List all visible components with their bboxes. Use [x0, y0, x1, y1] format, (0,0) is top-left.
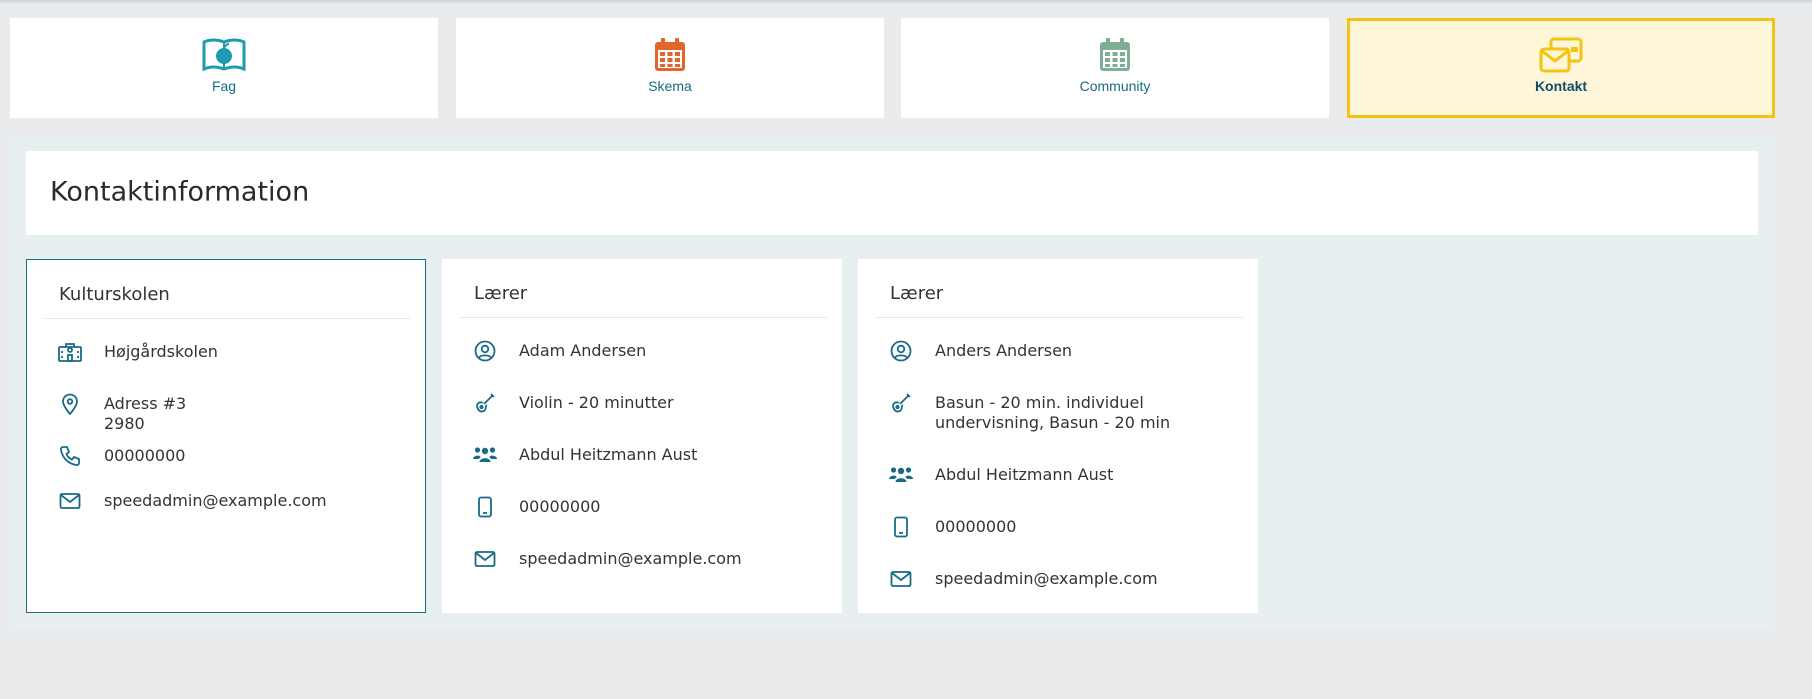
group-name: Abdul Heitzmann Aust [935, 465, 1114, 484]
card-title: Lærer [875, 283, 1243, 318]
group-row: Abdul Heitzmann Aust [472, 443, 822, 467]
school-name-row: Højgårdskolen [57, 340, 405, 364]
teacher-name-row: Anders Andersen [888, 339, 1238, 363]
school-name: Højgårdskolen [104, 342, 218, 361]
instrument: Violin - 20 minutter [519, 393, 674, 413]
users-group-icon [888, 463, 914, 487]
tab-community[interactable]: Community [901, 18, 1329, 118]
tab-label: Skema [648, 78, 692, 94]
phone-link[interactable]: 00000000 [104, 446, 185, 466]
envelope-icon [57, 489, 83, 513]
school-icon [57, 340, 83, 364]
book-apple-icon [201, 35, 247, 75]
address-line: Adress #3 [104, 394, 187, 413]
card-title: Kulturskolen [44, 284, 410, 319]
map-pin-icon [57, 392, 83, 416]
address: Adress #3 2980 [104, 394, 186, 434]
tab-label: Community [1079, 78, 1151, 94]
calendar-icon [1098, 35, 1132, 75]
instrument-line: undervisning, Basun - 20 min [935, 413, 1171, 432]
instrument-row: Violin - 20 minutter [472, 391, 822, 415]
tab-skema[interactable]: Skema [456, 18, 884, 118]
page-header: Kontaktinformation [26, 151, 1758, 235]
envelopes-icon [1537, 35, 1585, 75]
instrument-line: Violin - 20 minutter [519, 393, 674, 412]
contact-panel: Kontaktinformation Kulturskolen Højgårds… [10, 136, 1774, 629]
user-circle-icon [888, 339, 914, 363]
phone-icon [57, 444, 83, 468]
user-circle-icon [472, 339, 498, 363]
page-title: Kontaktinformation [50, 176, 310, 208]
instrument-row: Basun - 20 min. individuel undervisning,… [888, 391, 1238, 433]
instrument: Basun - 20 min. individuel undervisning,… [935, 393, 1170, 433]
mobile-phone-icon [472, 495, 498, 519]
school-card[interactable]: Kulturskolen Højgårdskolen Adress #3 298… [26, 259, 426, 613]
group-name: Abdul Heitzmann Aust [519, 445, 698, 464]
tab-label: Kontakt [1534, 78, 1588, 94]
mobile-row: 00000000 [472, 495, 822, 519]
envelope-icon [888, 567, 914, 591]
email-row: speedadmin@example.com [57, 489, 405, 513]
instrument-line: Basun - 20 min. individuel [935, 393, 1144, 412]
tab-label: Fag [211, 78, 237, 94]
guitar-icon [472, 391, 498, 415]
teacher-card[interactable]: Lærer Anders Andersen Basun - 20 min. in… [858, 259, 1258, 613]
email-link[interactable]: speedadmin@example.com [935, 569, 1158, 589]
users-group-icon [472, 443, 498, 467]
calendar-icon [653, 35, 687, 75]
envelope-icon [472, 547, 498, 571]
tab-kontakt[interactable]: Kontakt [1347, 18, 1775, 118]
tab-fag[interactable]: Fag [10, 18, 438, 118]
teacher-name-row: Adam Andersen [472, 339, 822, 363]
mobile-link[interactable]: 00000000 [519, 497, 600, 517]
postal-code: 2980 [104, 414, 145, 433]
teacher-name: Anders Andersen [935, 341, 1073, 360]
card-title: Lærer [459, 283, 827, 318]
guitar-icon [888, 391, 914, 415]
teacher-card[interactable]: Lærer Adam Andersen Violin - 20 minutter… [442, 259, 842, 613]
email-link[interactable]: speedadmin@example.com [104, 491, 327, 511]
email-link[interactable]: speedadmin@example.com [519, 549, 742, 569]
email-row: speedadmin@example.com [888, 567, 1238, 591]
group-row: Abdul Heitzmann Aust [888, 463, 1238, 487]
address-row: Adress #3 2980 [57, 392, 405, 434]
email-row: speedadmin@example.com [472, 547, 822, 571]
mobile-link[interactable]: 00000000 [935, 517, 1016, 537]
mobile-phone-icon [888, 515, 914, 539]
nav-tabs: Fag Skema Community Kontakt [0, 0, 1812, 120]
teacher-name: Adam Andersen [519, 341, 647, 360]
phone-row: 00000000 [57, 444, 405, 468]
mobile-row: 00000000 [888, 515, 1238, 539]
